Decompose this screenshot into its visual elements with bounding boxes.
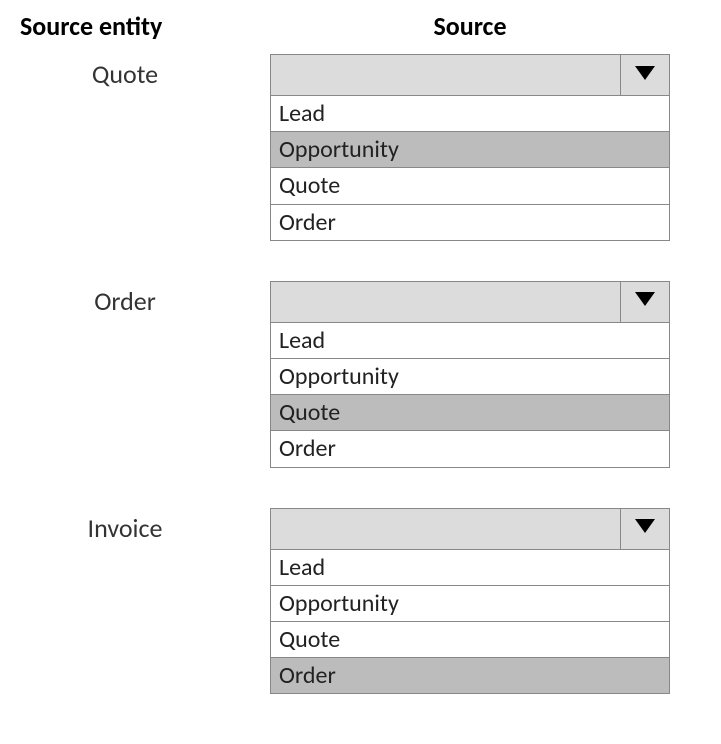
header-source-entity: Source entity (20, 10, 270, 42)
dropdown-option-quote[interactable]: Quote (271, 622, 669, 658)
header-source: Source (270, 10, 670, 42)
header-row: Source entity Source (20, 10, 701, 42)
dropdown-option-opportunity[interactable]: Opportunity (271, 132, 669, 168)
dropdown-header[interactable] (270, 508, 670, 550)
entity-label-order: Order (20, 281, 270, 317)
dropdown-option-lead[interactable]: Lead (271, 323, 669, 359)
chevron-down-icon (633, 517, 657, 540)
mapping-row-quote: Quote Lead Opportunity Quote Order (20, 54, 701, 241)
source-dropdown-quote: Lead Opportunity Quote Order (270, 54, 670, 241)
dropdown-options-list: Lead Opportunity Quote Order (270, 323, 670, 468)
dropdown-selected-value (271, 509, 621, 549)
mapping-row-invoice: Invoice Lead Opportunity Quote Order (20, 508, 701, 695)
dropdown-option-opportunity[interactable]: Opportunity (271, 359, 669, 395)
dropdown-selected-value (271, 282, 621, 322)
dropdown-header[interactable] (270, 281, 670, 323)
dropdown-toggle-button[interactable] (621, 509, 669, 549)
source-dropdown-invoice: Lead Opportunity Quote Order (270, 508, 670, 695)
chevron-down-icon (633, 64, 657, 87)
dropdown-option-quote[interactable]: Quote (271, 395, 669, 431)
dropdown-option-lead[interactable]: Lead (271, 96, 669, 132)
dropdown-toggle-button[interactable] (621, 55, 669, 95)
dropdown-option-opportunity[interactable]: Opportunity (271, 586, 669, 622)
dropdown-toggle-button[interactable] (621, 282, 669, 322)
dropdown-option-order[interactable]: Order (271, 205, 669, 240)
dropdown-selected-value (271, 55, 621, 95)
dropdown-options-list: Lead Opportunity Quote Order (270, 96, 670, 241)
source-dropdown-order: Lead Opportunity Quote Order (270, 281, 670, 468)
entity-label-quote: Quote (20, 54, 270, 90)
mapping-row-order: Order Lead Opportunity Quote Order (20, 281, 701, 468)
entity-label-invoice: Invoice (20, 508, 270, 544)
dropdown-option-lead[interactable]: Lead (271, 550, 669, 586)
dropdown-option-quote[interactable]: Quote (271, 168, 669, 204)
dropdown-header[interactable] (270, 54, 670, 96)
chevron-down-icon (633, 290, 657, 313)
dropdown-option-order[interactable]: Order (271, 431, 669, 466)
dropdown-options-list: Lead Opportunity Quote Order (270, 550, 670, 695)
